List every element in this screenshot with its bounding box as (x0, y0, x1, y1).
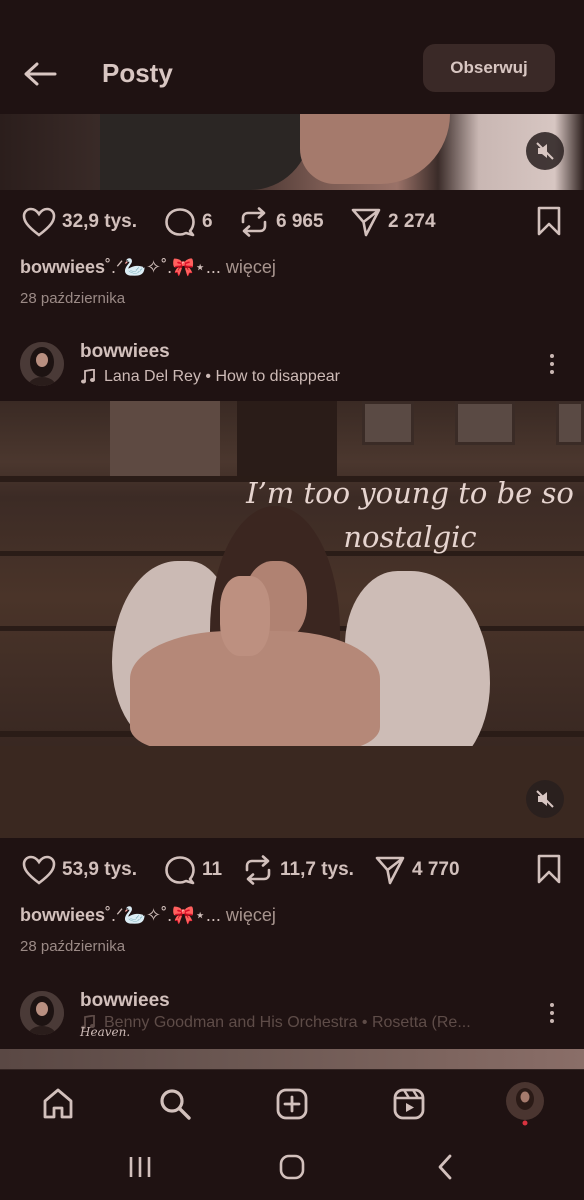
back-button[interactable] (20, 56, 60, 92)
post2-share-button[interactable]: 4 770 (374, 840, 460, 900)
bottom-navigation (0, 1069, 584, 1135)
post3-header: bowwiees Benny Goodman and His Orchestra… (0, 985, 584, 1045)
post1-media[interactable] (0, 114, 584, 190)
post1-comment-button[interactable]: 6 (164, 192, 213, 252)
post2-date: 28 października (20, 938, 126, 955)
post2-username[interactable]: bowwiees (80, 341, 170, 363)
back-chevron-icon (438, 1154, 452, 1180)
avatar-photo (20, 342, 64, 386)
church-window-1 (362, 401, 414, 445)
page-title: Posty (102, 58, 173, 88)
repost-icon (241, 207, 267, 237)
post2-comment-button[interactable]: 11 (164, 840, 222, 900)
post1-reposts-count: 6 965 (276, 211, 324, 232)
send-icon (375, 856, 405, 885)
nav-profile[interactable] (505, 1082, 545, 1126)
pew-front (0, 746, 584, 838)
music-note-icon (81, 369, 95, 384)
send-icon (351, 208, 381, 237)
avatar-photo (20, 991, 64, 1035)
post2-overlay-caption: I’m too young to be so nostalgic (240, 471, 580, 559)
post1-caption-text: ˚.ᐟ🦢✧˚.🎀⋆... (105, 257, 221, 277)
post1-repost-button[interactable]: 6 965 (238, 192, 324, 252)
church-window-3 (556, 401, 584, 445)
post1-photo-arm (300, 114, 450, 184)
nav-search[interactable] (155, 1084, 195, 1124)
system-back-button[interactable] (425, 1147, 465, 1187)
post2-overlay-line1: I’m too young to be so (246, 476, 574, 510)
post3-more-button[interactable] (542, 998, 562, 1028)
system-recents-button[interactable] (120, 1147, 160, 1187)
post2-overlay-line2: nostalgic (343, 520, 477, 554)
post3-username[interactable]: bowwiees (80, 990, 170, 1012)
speaker-muted-icon (536, 790, 554, 808)
heart-icon (22, 855, 56, 885)
home-circle-icon (279, 1154, 305, 1180)
post2-avatar[interactable] (20, 342, 64, 386)
post3-watermark: Heaven. (80, 1025, 131, 1039)
nav-home[interactable] (38, 1084, 78, 1124)
post1-photo-dark-sleeve (100, 114, 310, 190)
post1-caption-username[interactable]: bowwiees (20, 257, 105, 277)
post1-like-button[interactable]: 32,9 tys. (22, 192, 137, 252)
system-home-button[interactable] (272, 1147, 312, 1187)
post2-comments-count: 11 (202, 859, 223, 880)
girl-hands (220, 576, 270, 656)
post1-likes-count: 32,9 tys. (62, 211, 137, 232)
post2-caption-more[interactable]: więcej (226, 905, 276, 925)
post3-music-label: Benny Goodman and His Orchestra • Rosett… (104, 1014, 471, 1031)
follow-button[interactable]: Obserwuj (423, 44, 555, 92)
system-navigation (0, 1135, 584, 1200)
reels-icon (393, 1088, 425, 1120)
home-icon (43, 1088, 73, 1119)
bookmark-icon (537, 854, 561, 884)
post2-save-button[interactable] (536, 854, 562, 889)
recents-icon (129, 1157, 151, 1177)
post2-header: bowwiees Lana Del Rey • How to disappear (0, 336, 584, 396)
profile-avatar (506, 1082, 544, 1126)
post2-media[interactable]: I’m too young to be so nostalgic (0, 401, 584, 838)
post1-comments-count: 6 (202, 211, 213, 232)
speaker-muted-icon (536, 142, 554, 160)
post1-actions: 32,9 tys. 6 6 965 2 274 (0, 192, 584, 252)
post1-caption: bowwiees˚.ᐟ🦢✧˚.🎀⋆... więcej (20, 257, 276, 278)
post2-music-label: Lana Del Rey • How to disappear (104, 368, 340, 385)
post1-mute-button[interactable] (526, 132, 564, 170)
post3-avatar[interactable] (20, 991, 64, 1035)
post3-media[interactable] (0, 1049, 584, 1069)
repost-icon (245, 855, 271, 885)
comment-icon (165, 208, 195, 237)
church-curtain (110, 401, 220, 476)
heart-icon (22, 207, 56, 237)
post2-caption-text: ˚.ᐟ🦢✧˚.🎀⋆... (105, 905, 221, 925)
post1-caption-more[interactable]: więcej (226, 257, 276, 277)
nav-create[interactable] (272, 1084, 312, 1124)
post2-music[interactable]: Lana Del Rey • How to disappear (80, 368, 340, 386)
post2-actions: 53,9 tys. 11 11,7 tys. 4 770 (0, 840, 584, 900)
top-bar: Posty Obserwuj (0, 0, 584, 114)
post1-date: 28 października (20, 290, 126, 307)
post1-save-button[interactable] (536, 206, 562, 241)
post2-mute-button[interactable] (526, 780, 564, 818)
nav-reels[interactable] (389, 1084, 429, 1124)
post3-music[interactable]: Benny Goodman and His Orchestra • Rosett… (80, 1014, 471, 1032)
post2-caption: bowwiees˚.ᐟ🦢✧˚.🎀⋆... więcej (20, 905, 276, 926)
arrow-left-icon (24, 62, 57, 86)
post2-more-button[interactable] (542, 349, 562, 379)
post1-shares-count: 2 274 (388, 211, 436, 232)
post2-repost-button[interactable]: 11,7 tys. (242, 840, 354, 900)
search-icon (160, 1089, 191, 1120)
church-door (237, 401, 337, 476)
comment-icon (165, 856, 195, 885)
post2-shares-count: 4 770 (412, 859, 460, 880)
post2-caption-username[interactable]: bowwiees (20, 905, 105, 925)
post2-like-button[interactable]: 53,9 tys. (22, 840, 137, 900)
post2-reposts-count: 11,7 tys. (280, 859, 354, 880)
post2-likes-count: 53,9 tys. (62, 859, 137, 880)
post1-share-button[interactable]: 2 274 (350, 192, 436, 252)
create-icon (276, 1088, 308, 1120)
bookmark-icon (537, 206, 561, 236)
church-window-2 (455, 401, 515, 445)
